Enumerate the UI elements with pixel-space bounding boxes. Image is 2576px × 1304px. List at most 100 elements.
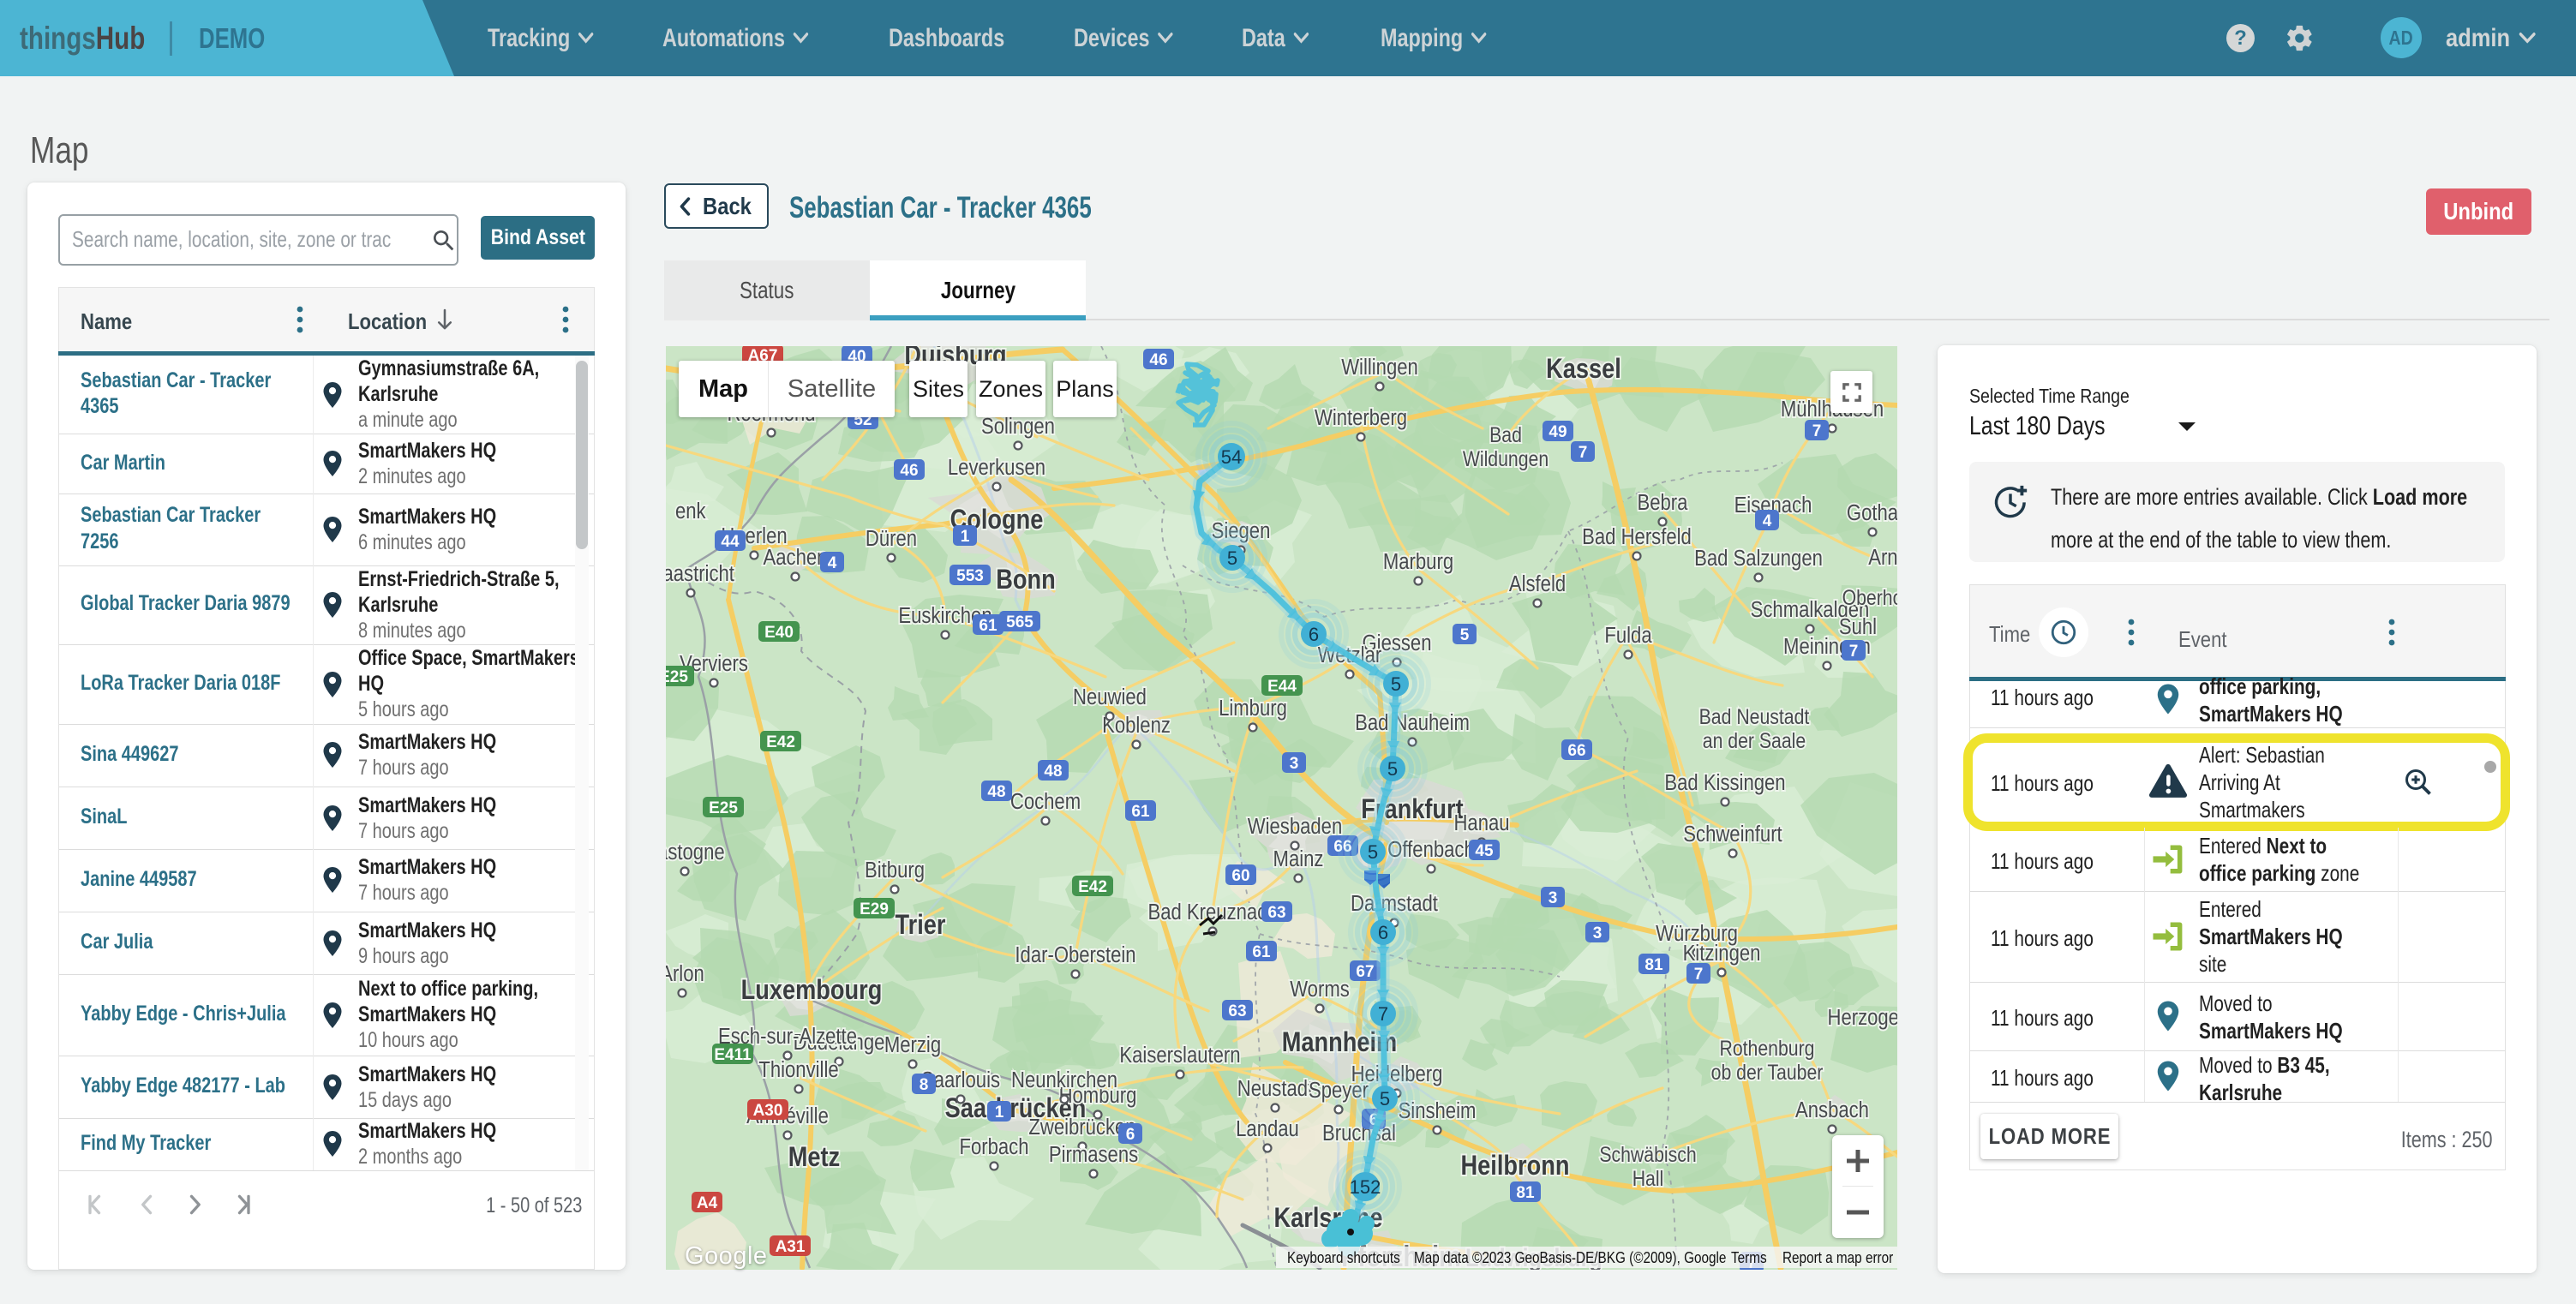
svg-text:Bad Kissingen: Bad Kissingen bbox=[1664, 770, 1785, 795]
svg-text:Neunkirchen: Neunkirchen bbox=[1011, 1068, 1117, 1092]
svg-text:Hanau: Hanau bbox=[1453, 811, 1509, 835]
svg-text:6: 6 bbox=[1309, 624, 1319, 645]
svg-text:Neuwied: Neuwied bbox=[1073, 685, 1147, 709]
svg-text:6: 6 bbox=[1378, 922, 1388, 943]
svg-text:Bonn: Bonn bbox=[996, 565, 1055, 595]
svg-text:Maastricht: Maastricht bbox=[666, 561, 734, 586]
svg-text:66: 66 bbox=[1567, 742, 1585, 760]
svg-text:A30: A30 bbox=[753, 1102, 783, 1120]
svg-text:Limburg: Limburg bbox=[1219, 696, 1287, 721]
svg-text:E40: E40 bbox=[764, 624, 794, 642]
svg-text:7: 7 bbox=[1579, 444, 1588, 462]
svg-text:ob der Tauber: ob der Tauber bbox=[1711, 1060, 1824, 1084]
svg-text:5: 5 bbox=[1368, 841, 1378, 863]
svg-text:3: 3 bbox=[1549, 889, 1558, 907]
svg-text:Bad Salzungen: Bad Salzungen bbox=[1694, 546, 1823, 571]
svg-text:Merzig: Merzig bbox=[884, 1032, 941, 1057]
svg-text:Pirmasens: Pirmasens bbox=[1049, 1142, 1138, 1167]
svg-text:Kitzingen: Kitzingen bbox=[1683, 941, 1761, 966]
svg-text:565: 565 bbox=[1006, 613, 1033, 631]
svg-text:E42: E42 bbox=[766, 733, 795, 751]
svg-text:54: 54 bbox=[1221, 446, 1242, 468]
svg-text:E411: E411 bbox=[714, 1046, 752, 1064]
svg-text:63: 63 bbox=[1267, 904, 1285, 922]
svg-text:60: 60 bbox=[1231, 867, 1249, 885]
svg-text:Trier: Trier bbox=[896, 910, 946, 941]
svg-text:5: 5 bbox=[1391, 673, 1401, 695]
svg-text:Schwäbisch: Schwäbisch bbox=[1599, 1142, 1696, 1166]
svg-text:Willingen: Willingen bbox=[1341, 355, 1418, 380]
svg-text:Metz: Metz bbox=[788, 1142, 840, 1173]
svg-text:Schweinfurt: Schweinfurt bbox=[1683, 822, 1782, 846]
svg-text:Kassel: Kassel bbox=[1546, 354, 1621, 385]
svg-text:E25: E25 bbox=[709, 799, 738, 817]
svg-text:Landau: Landau bbox=[1236, 1116, 1299, 1141]
svg-text:Arnst: Arnst bbox=[1868, 545, 1897, 570]
svg-text:Cochem: Cochem bbox=[1010, 789, 1081, 814]
svg-text:5: 5 bbox=[1380, 1088, 1390, 1110]
svg-text:Leverkusen: Leverkusen bbox=[948, 455, 1045, 480]
svg-text:Thionville: Thionville bbox=[758, 1057, 838, 1082]
svg-text:6: 6 bbox=[1126, 1126, 1135, 1144]
svg-text:Forbach: Forbach bbox=[959, 1134, 1028, 1159]
svg-text:Winterberg: Winterberg bbox=[1315, 405, 1407, 430]
svg-text:A31: A31 bbox=[776, 1238, 806, 1256]
svg-text:E29: E29 bbox=[860, 900, 889, 918]
svg-text:Bebra: Bebra bbox=[1638, 490, 1688, 515]
svg-text:7: 7 bbox=[1378, 1003, 1388, 1025]
svg-text:A4: A4 bbox=[697, 1194, 718, 1212]
svg-text:8: 8 bbox=[920, 1076, 929, 1094]
svg-text:Bad: Bad bbox=[1489, 422, 1522, 446]
svg-text:81: 81 bbox=[1516, 1184, 1535, 1202]
svg-text:48: 48 bbox=[987, 783, 1005, 801]
svg-text:E25: E25 bbox=[666, 668, 688, 686]
svg-text:152: 152 bbox=[1350, 1176, 1381, 1198]
svg-text:46: 46 bbox=[900, 462, 918, 480]
svg-text:5: 5 bbox=[1227, 547, 1237, 569]
svg-text:Bitburg: Bitburg bbox=[865, 858, 925, 882]
svg-text:61: 61 bbox=[1131, 803, 1150, 821]
svg-text:4: 4 bbox=[1763, 512, 1772, 530]
svg-text:5: 5 bbox=[1387, 758, 1398, 780]
svg-text:1: 1 bbox=[961, 528, 970, 546]
svg-text:Heilbronn: Heilbronn bbox=[1461, 1151, 1570, 1181]
svg-text:Alsfeld: Alsfeld bbox=[1509, 571, 1566, 596]
svg-text:3: 3 bbox=[1290, 755, 1299, 773]
svg-text:4: 4 bbox=[828, 554, 837, 572]
svg-text:Aachen: Aachen bbox=[764, 545, 828, 570]
svg-text:5: 5 bbox=[1460, 626, 1470, 644]
svg-text:Ansbach: Ansbach bbox=[1795, 1098, 1869, 1122]
svg-text:Bastogne: Bastogne bbox=[666, 840, 725, 864]
svg-text:Bad Hersfeld: Bad Hersfeld bbox=[1582, 524, 1692, 549]
svg-text:Rothenburg: Rothenburg bbox=[1720, 1036, 1815, 1060]
svg-text:Kaiserslautern: Kaiserslautern bbox=[1119, 1043, 1240, 1068]
svg-text:61: 61 bbox=[1252, 943, 1271, 961]
svg-text:7: 7 bbox=[1849, 643, 1859, 661]
svg-text:81: 81 bbox=[1644, 956, 1663, 974]
svg-text:Marburg: Marburg bbox=[1383, 549, 1453, 574]
svg-text:7: 7 bbox=[1694, 966, 1704, 984]
svg-text:44: 44 bbox=[721, 533, 740, 551]
svg-text:an der Saale: an der Saale bbox=[1703, 728, 1806, 752]
svg-text:Neustadt: Neustadt bbox=[1237, 1076, 1314, 1101]
svg-text:Fulda: Fulda bbox=[1604, 623, 1652, 648]
svg-text:Wiesbaden: Wiesbaden bbox=[1248, 814, 1342, 839]
svg-text:Düren: Düren bbox=[866, 526, 917, 551]
svg-text:Herzogenaurac: Herzogenaurac bbox=[1828, 1005, 1897, 1030]
svg-text:Arlon: Arlon bbox=[666, 961, 704, 986]
svg-text:Luxembourg: Luxembourg bbox=[741, 975, 883, 1006]
svg-text:E42: E42 bbox=[1078, 878, 1107, 896]
svg-text:Wildungen: Wildungen bbox=[1463, 446, 1549, 470]
svg-text:Idar-Oberstein: Idar-Oberstein bbox=[1015, 942, 1135, 967]
svg-text:Mainz: Mainz bbox=[1273, 846, 1324, 871]
svg-text:46: 46 bbox=[1149, 351, 1167, 369]
svg-text:Gotha: Gotha bbox=[1847, 500, 1897, 525]
svg-text:Worms: Worms bbox=[1290, 977, 1350, 1002]
svg-text:45: 45 bbox=[1475, 842, 1494, 860]
svg-text:Oberho: Oberho bbox=[1842, 585, 1897, 609]
svg-text:E44: E44 bbox=[1267, 678, 1297, 696]
svg-text:Hall: Hall bbox=[1632, 1166, 1664, 1190]
svg-text:67: 67 bbox=[1356, 963, 1374, 981]
svg-text:553: 553 bbox=[956, 567, 984, 585]
svg-text:1: 1 bbox=[995, 1104, 1004, 1122]
